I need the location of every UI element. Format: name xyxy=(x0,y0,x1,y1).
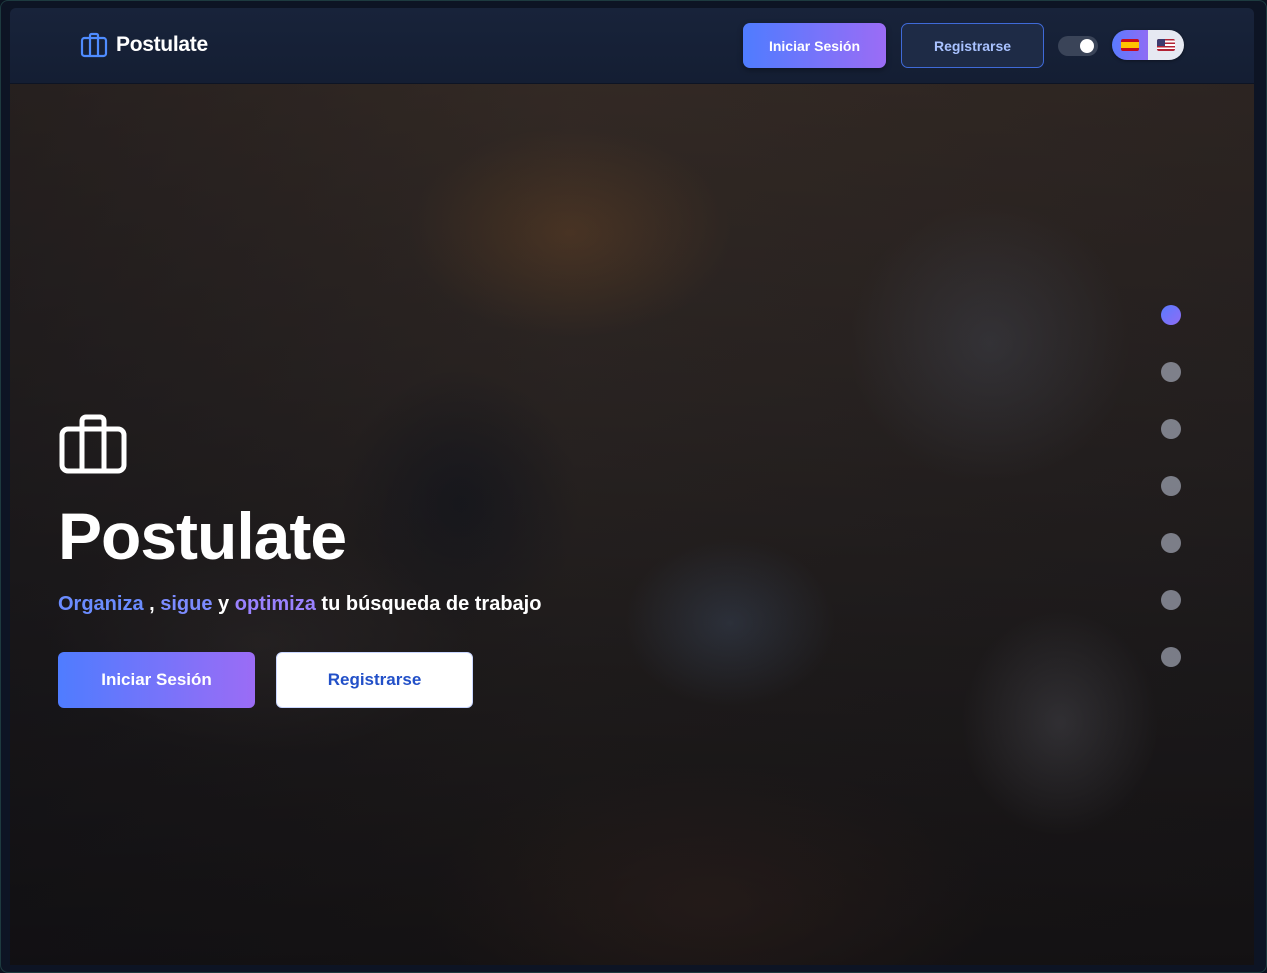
tagline-highlight-organiza: Organiza xyxy=(58,593,144,615)
hero-login-button[interactable]: Iniciar Sesión xyxy=(58,652,255,708)
tagline-rest: tu búsqueda de trabajo xyxy=(315,593,542,615)
carousel-dot-4[interactable] xyxy=(1161,476,1181,496)
carousel-dot-7[interactable] xyxy=(1161,647,1181,667)
language-switcher xyxy=(1112,30,1184,60)
brand-name: Postulate xyxy=(116,33,208,56)
tagline-highlight-sigue: sigue xyxy=(160,593,213,615)
nav-register-button[interactable]: Registrarse xyxy=(901,23,1044,68)
brand-logo[interactable]: Postulate xyxy=(80,31,208,59)
hero-content: Postulate Organiza , sigue y optimiza tu… xyxy=(58,413,541,708)
navbar: Postulate Iniciar Sesión Registrarse xyxy=(10,8,1254,84)
carousel-dot-5[interactable] xyxy=(1161,533,1181,553)
language-en-button[interactable] xyxy=(1148,30,1184,60)
flag-spain-icon xyxy=(1121,39,1139,51)
briefcase-icon xyxy=(80,32,108,58)
hero-tagline: Organiza , sigue y optimiza tu búsqueda … xyxy=(58,593,541,616)
hero-buttons: Iniciar Sesión Registrarse xyxy=(58,652,541,708)
theme-toggle[interactable] xyxy=(1058,36,1098,56)
tagline-highlight-optimiza: optimiza xyxy=(234,593,316,615)
hero-title: Postulate xyxy=(58,499,347,573)
tagline-separator: y xyxy=(212,593,235,615)
carousel-dot-2[interactable] xyxy=(1161,362,1181,382)
language-es-button[interactable] xyxy=(1112,30,1148,60)
flag-usa-icon xyxy=(1157,39,1175,51)
tagline-separator: , xyxy=(143,593,161,615)
toggle-knob-icon xyxy=(1080,39,1094,53)
page: Postulate Iniciar Sesión Registrarse Pos… xyxy=(10,8,1254,965)
carousel-dot-6[interactable] xyxy=(1161,590,1181,610)
carousel-dot-1[interactable] xyxy=(1161,305,1181,325)
briefcase-icon xyxy=(58,413,541,475)
hero-section: Postulate Organiza , sigue y optimiza tu… xyxy=(10,83,1254,965)
carousel-dot-3[interactable] xyxy=(1161,419,1181,439)
window-frame: Postulate Iniciar Sesión Registrarse Pos… xyxy=(0,0,1267,973)
carousel-indicators xyxy=(1161,305,1181,667)
hero-register-button[interactable]: Registrarse xyxy=(276,652,473,708)
nav-login-button[interactable]: Iniciar Sesión xyxy=(743,23,886,68)
